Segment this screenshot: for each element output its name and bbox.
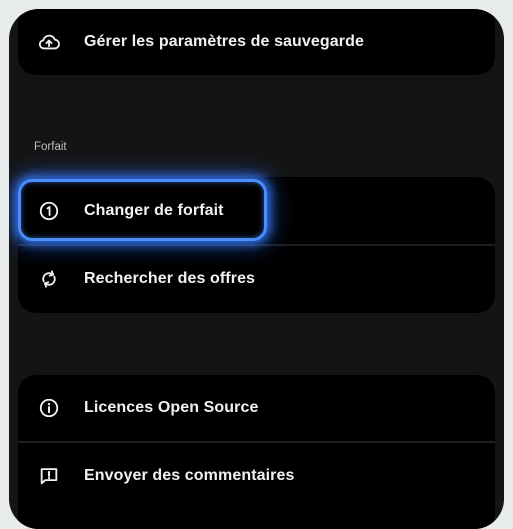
backup-card: Gérer les paramètres de sauvegarde	[18, 9, 495, 75]
open-source-licenses-item[interactable]: Licences Open Source	[18, 375, 495, 441]
cloud-upload-icon	[38, 31, 60, 53]
info-icon	[38, 397, 60, 419]
open-source-licenses-label: Licences Open Source	[84, 399, 259, 416]
search-offers-label: Rechercher des offres	[84, 270, 256, 287]
feedback-icon	[38, 465, 60, 487]
about-card: Licences Open Source Envoyer des comment…	[18, 375, 495, 529]
send-feedback-label: Envoyer des commentaires	[84, 467, 295, 484]
plan-section-header: Forfait	[34, 141, 67, 153]
manage-backup-settings-label: Gérer les paramètres de sauvegarde	[84, 33, 365, 50]
plan-number-one-icon	[38, 200, 60, 222]
send-feedback-item[interactable]: Envoyer des commentaires	[18, 443, 495, 509]
change-plan-label: Changer de forfait	[84, 202, 224, 219]
search-offers-item[interactable]: Rechercher des offres	[18, 246, 495, 312]
settings-screen: Gérer les paramètres de sauvegarde Forfa…	[9, 9, 504, 529]
sync-icon	[38, 268, 60, 290]
plan-card: Changer de forfait Rechercher des offres	[18, 177, 495, 313]
change-plan-item[interactable]: Changer de forfait	[18, 178, 495, 244]
manage-backup-settings-item[interactable]: Gérer les paramètres de sauvegarde	[18, 9, 495, 75]
